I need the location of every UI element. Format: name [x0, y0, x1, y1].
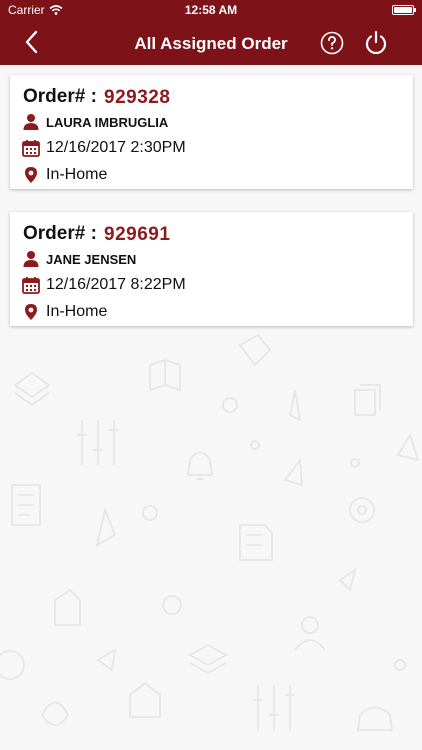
- calendar-icon: [22, 277, 40, 294]
- location-row: In-Home: [22, 166, 107, 184]
- order-datetime: 12/16/2017 2:30PM: [46, 139, 186, 156]
- order-card[interactable]: Order# : 929691 JANE JENSEN 12/16/2017 8…: [10, 212, 413, 326]
- person-icon: [23, 114, 39, 130]
- status-bar: Carrier 12:58 AM: [0, 0, 422, 20]
- page-title: All Assigned Order: [134, 34, 288, 53]
- navigation-bar: All Assigned Order: [0, 20, 422, 65]
- power-icon[interactable]: [364, 30, 388, 56]
- location-row: In-Home: [22, 303, 107, 321]
- customer-row: JANE JENSEN: [22, 250, 136, 268]
- customer-row: LAURA IMBRUGLIA: [22, 113, 168, 131]
- order-label: Order# :: [23, 223, 97, 244]
- order-datetime: 12/16/2017 8:22PM: [46, 276, 186, 293]
- help-icon[interactable]: [320, 31, 344, 55]
- datetime-row: 12/16/2017 2:30PM: [22, 139, 186, 157]
- customer-name: LAURA IMBRUGLIA: [46, 114, 169, 130]
- location-pin-icon: [25, 167, 37, 183]
- order-card[interactable]: Order# : 929328 LAURA IMBRUGLIA 12/16/20…: [10, 75, 413, 189]
- datetime-row: 12/16/2017 8:22PM: [22, 276, 186, 294]
- calendar-icon: [22, 140, 40, 157]
- order-label: Order# :: [23, 86, 97, 107]
- person-icon: [23, 251, 39, 267]
- location-pin-icon: [25, 304, 37, 320]
- order-number: 929691: [104, 224, 171, 245]
- customer-name: JANE JENSEN: [46, 251, 137, 267]
- battery-icon: [392, 5, 416, 15]
- order-location: In-Home: [46, 303, 108, 320]
- order-number: 929328: [104, 87, 171, 108]
- status-time: 12:58 AM: [184, 3, 238, 17]
- order-location: In-Home: [46, 166, 108, 183]
